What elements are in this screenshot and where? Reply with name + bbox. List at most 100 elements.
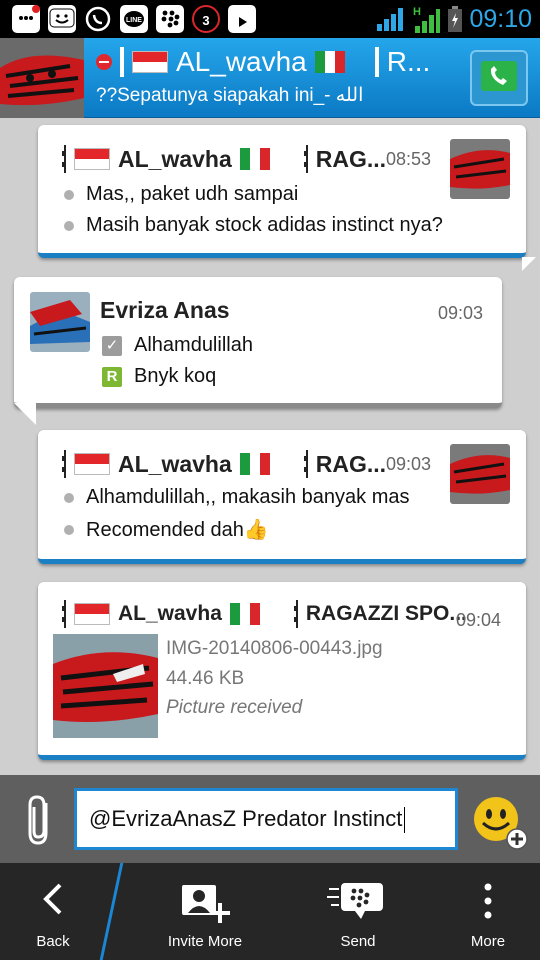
call-button[interactable] bbox=[470, 50, 528, 106]
indonesia-flag-icon bbox=[74, 453, 110, 475]
italy-flag-icon bbox=[229, 603, 260, 625]
phone-icon bbox=[481, 61, 517, 91]
separator-bar-icon bbox=[303, 145, 308, 173]
contact-name: AL_wavha bbox=[176, 46, 307, 77]
message-input-text: @EvrizaAnasZ Predator Instinct bbox=[89, 806, 403, 831]
more-label: More bbox=[470, 933, 506, 950]
more-button[interactable]: More bbox=[448, 863, 528, 960]
bullet-icon bbox=[64, 189, 74, 200]
message-line: Masih banyak stock adidas instinct nya? bbox=[64, 214, 443, 237]
bbm-icon bbox=[12, 5, 40, 33]
text-caret bbox=[404, 807, 406, 834]
invite-more-button[interactable]: Invite More bbox=[150, 863, 260, 960]
message-header: AL_wavha RAG... bbox=[62, 145, 386, 173]
message-bubble[interactable]: AL_wavha RAG... 09:03 Alhamdulillah,, ma… bbox=[38, 430, 526, 564]
message-line: ✓ Alhamdulillah bbox=[102, 334, 253, 357]
sender-name: Evriza Anas bbox=[100, 297, 230, 323]
bullet-icon bbox=[64, 492, 74, 503]
play-store-icon bbox=[228, 5, 256, 33]
message-time: 09:03 bbox=[438, 303, 484, 323]
bullet-icon bbox=[64, 524, 74, 535]
contact-name-suffix: R... bbox=[386, 46, 431, 77]
file-name: IMG-20140806-00443.jpg bbox=[166, 638, 383, 659]
sender-name: AL_wavha bbox=[118, 450, 232, 477]
sender-name: AL_wavha bbox=[118, 145, 232, 172]
indonesia-flag-icon bbox=[74, 148, 110, 170]
send-label: Send bbox=[340, 933, 376, 950]
sender-avatar[interactable] bbox=[30, 292, 90, 352]
sender-suffix: RAG... bbox=[315, 145, 387, 172]
blackberry-icon bbox=[156, 5, 184, 33]
message-text: Masih banyak stock adidas instinct nya? bbox=[86, 214, 443, 236]
message-bubble[interactable]: Evriza Anas 09:03 ✓ Alhamdulillah R Bnyk… bbox=[14, 277, 502, 425]
separator-bar-icon bbox=[374, 47, 379, 77]
message-text: Bnyk koq bbox=[134, 365, 217, 387]
bbm-chat-icon bbox=[48, 5, 76, 33]
file-size: 44.46 KB bbox=[166, 668, 245, 689]
sender-suffix: RAGAZZI SPO... bbox=[305, 602, 467, 625]
send-bbm-icon bbox=[327, 883, 383, 919]
status-tray: H 09:10 bbox=[375, 2, 532, 36]
more-dots-icon bbox=[484, 883, 492, 919]
battery-icon bbox=[448, 6, 463, 32]
picture-message-bubble[interactable]: AL_wavha RAGAZZI SPO... 09:04 IMG-201408… bbox=[38, 582, 526, 760]
message-text: Mas,, paket udh sampai bbox=[86, 183, 299, 205]
message-line: Alhamdulillah,, makasih banyak mas bbox=[64, 486, 410, 509]
line-icon-label: LINE bbox=[126, 17, 142, 24]
header-name-row: AL_wavha R... bbox=[96, 46, 456, 78]
back-arrow-icon bbox=[43, 883, 62, 915]
svg-text:H: H bbox=[413, 6, 421, 18]
message-input[interactable]: @EvrizaAnasZ Predator Instinct bbox=[74, 788, 458, 850]
separator-bar-icon bbox=[62, 145, 66, 173]
contact-status-message: ??Sepatunya siapakah ini_- الله bbox=[96, 85, 364, 106]
file-status: Picture received bbox=[166, 697, 303, 718]
emoji-button[interactable] bbox=[470, 793, 528, 851]
paperclip-icon[interactable] bbox=[24, 793, 56, 847]
separator-bar-icon bbox=[62, 600, 66, 628]
back-button[interactable]: Back bbox=[0, 863, 106, 960]
message-time: 08:53 bbox=[386, 149, 432, 169]
message-text: Recomended dah👍 bbox=[86, 519, 269, 541]
bullet-icon bbox=[64, 220, 74, 231]
sender-suffix: RAG... bbox=[315, 450, 387, 477]
chat-header[interactable]: AL_wavha R... ??Sepatunya siapakah ini_-… bbox=[0, 38, 540, 118]
separator-bar-icon bbox=[303, 450, 308, 478]
read-check-icon: ✓ bbox=[102, 335, 122, 356]
invite-more-label: Invite More bbox=[167, 933, 243, 950]
message-bubble[interactable]: AL_wavha RAG... 08:53 Mas,, paket udh sa… bbox=[38, 125, 536, 271]
message-line: Mas,, paket udh sampai bbox=[64, 183, 298, 206]
indonesia-flag-icon bbox=[74, 603, 110, 625]
bottom-action-bar: Back Invite More Send More bbox=[0, 863, 540, 960]
sender-name: AL_wavha bbox=[118, 602, 222, 625]
italy-flag-icon bbox=[239, 148, 270, 170]
italy-flag-icon bbox=[239, 453, 270, 475]
separator-bar-icon bbox=[62, 450, 66, 478]
indonesia-flag-icon bbox=[132, 51, 168, 73]
signal-h-icon: H bbox=[413, 6, 441, 33]
italy-flag-icon bbox=[314, 51, 345, 73]
message-time: 09:04 bbox=[456, 610, 502, 630]
message-time: 09:03 bbox=[386, 454, 432, 474]
line-icon: LINE bbox=[120, 5, 148, 33]
message-text: Alhamdulillah bbox=[134, 334, 253, 356]
whatsapp-icon bbox=[84, 5, 112, 33]
separator-bar-icon bbox=[293, 600, 298, 628]
do-not-disturb-icon bbox=[96, 54, 112, 70]
header-titles: AL_wavha R... ??Sepatunya siapakah ini_-… bbox=[96, 46, 456, 107]
picture-thumbnail[interactable] bbox=[53, 634, 158, 738]
send-button[interactable]: Send bbox=[303, 863, 413, 960]
bubble-tail bbox=[522, 257, 536, 271]
composer-bar: @EvrizaAnasZ Predator Instinct bbox=[0, 775, 540, 863]
message-header: AL_wavha RAG... bbox=[62, 450, 386, 478]
bubble-tail bbox=[14, 403, 36, 425]
status-bar: LINE 3 H 09:10 bbox=[0, 0, 540, 38]
back-label: Back bbox=[36, 933, 70, 950]
badge-icon: 3 bbox=[192, 5, 220, 33]
sender-avatar[interactable] bbox=[450, 444, 510, 504]
read-r-icon: R bbox=[102, 366, 122, 387]
signal-icon bbox=[377, 8, 404, 31]
clock: 09:10 bbox=[469, 4, 532, 33]
invite-contact-icon bbox=[182, 885, 230, 923]
sender-avatar[interactable] bbox=[450, 139, 510, 199]
contact-avatar[interactable] bbox=[0, 38, 84, 118]
